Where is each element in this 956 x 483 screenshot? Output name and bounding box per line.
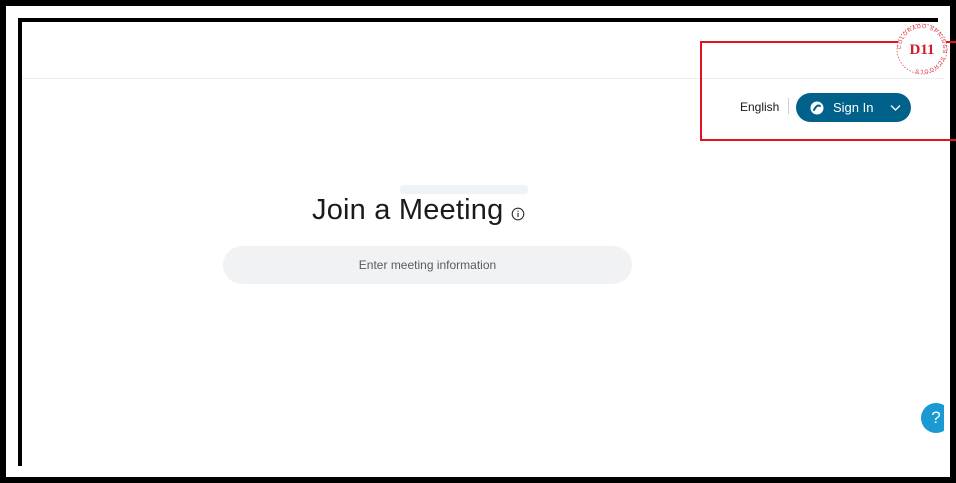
meeting-info-input[interactable] (223, 246, 632, 284)
info-icon[interactable] (511, 207, 525, 221)
faint-banner (400, 185, 528, 194)
title-row: Join a Meeting (312, 194, 525, 227)
svg-text:D11: D11 (909, 42, 934, 58)
d11-logo: COLORADO SPRINGS SCHOOLS D11 (896, 23, 948, 75)
help-icon[interactable]: ? (921, 403, 944, 433)
page-title: Join a Meeting (312, 194, 504, 226)
